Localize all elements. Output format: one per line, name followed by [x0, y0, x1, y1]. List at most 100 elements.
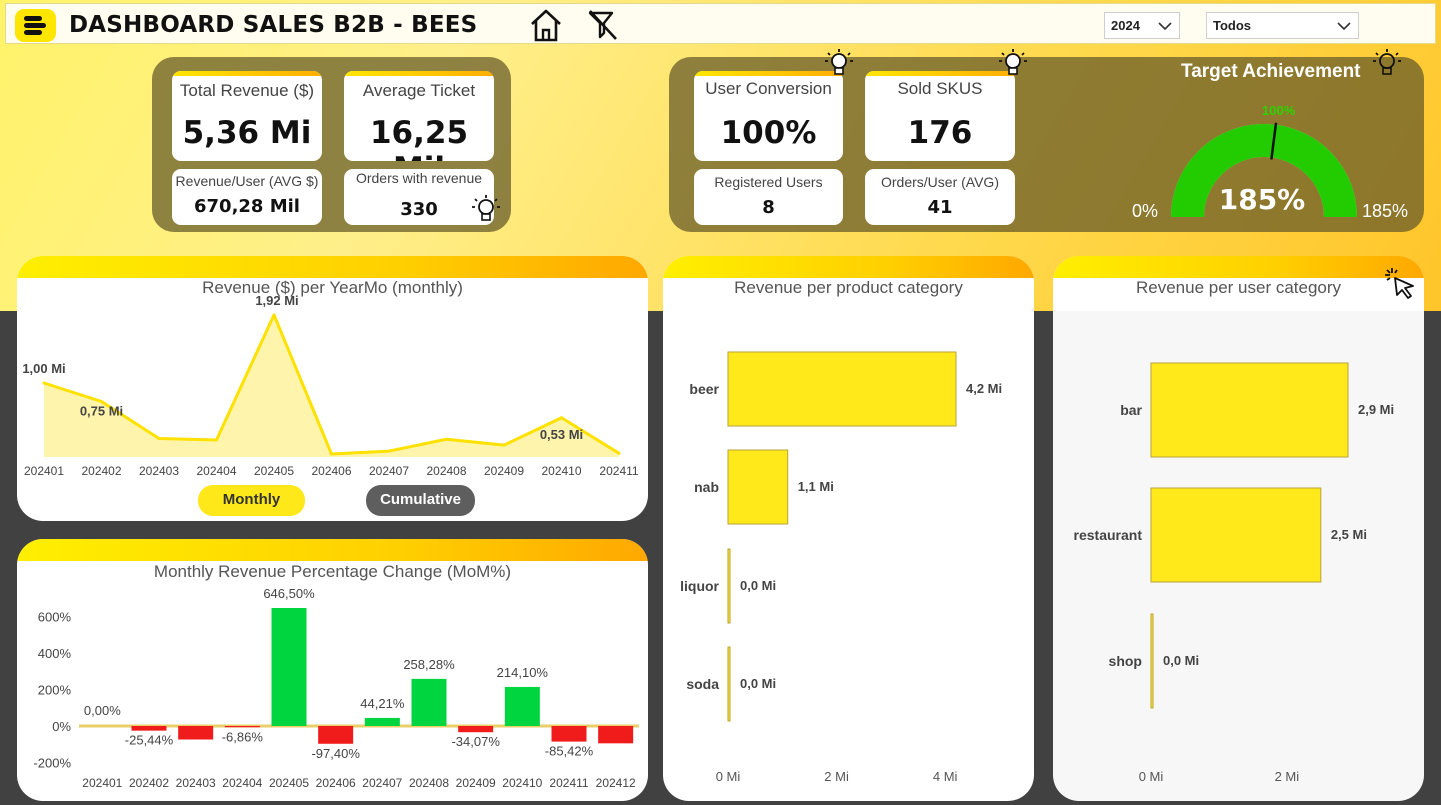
- data-point: [272, 313, 276, 317]
- data-label: -34,07%: [451, 734, 500, 749]
- x-tick-label: 202406: [311, 464, 351, 478]
- lightbulb-icon[interactable]: [470, 193, 502, 227]
- bar: [1150, 613, 1154, 709]
- category-label: bar: [1120, 402, 1142, 418]
- data-point: [445, 437, 448, 441]
- target-title: Target Achievement: [1181, 61, 1361, 82]
- bar: [131, 726, 167, 731]
- category-label: liquor: [680, 578, 719, 594]
- category-label: nab: [694, 479, 719, 495]
- x-tick-label: 0 Mi: [716, 769, 741, 784]
- kpi-average-ticket[interactable]: Average Ticket 16,25 Mil: [344, 71, 494, 161]
- x-tick-label: 202405: [269, 776, 309, 790]
- x-tick-label: 202402: [81, 464, 121, 478]
- clear-filter-icon[interactable]: [586, 7, 620, 43]
- y-tick-label: -200%: [33, 756, 71, 771]
- x-tick-label: 202407: [362, 776, 402, 790]
- kpi-label: Revenue/User (AVG $): [175, 173, 319, 189]
- kpi-label: Registered Users: [714, 174, 823, 190]
- x-tick-label: 202401: [82, 776, 122, 790]
- x-tick-label: 202411: [549, 776, 588, 790]
- x-tick-label: 2 Mi: [824, 769, 849, 784]
- x-tick-label: 202412: [596, 776, 636, 790]
- data-point: [387, 449, 391, 453]
- lightbulb-icon[interactable]: [823, 47, 855, 81]
- kpi-value: 8: [762, 197, 775, 218]
- kpi-panel-left: Total Revenue ($) 5,36 Mi Average Ticket…: [152, 57, 511, 232]
- y-tick-label: 400%: [38, 646, 72, 661]
- home-icon[interactable]: [528, 7, 564, 43]
- data-label: 0,0 Mi: [740, 676, 776, 691]
- data-label: 4,2 Mi: [966, 381, 1002, 396]
- data-label: 0,0 Mi: [740, 578, 776, 593]
- kpi-orders-per-user[interactable]: Orders/User (AVG) 41: [865, 169, 1015, 225]
- bar: [318, 726, 354, 744]
- bar: [598, 726, 634, 744]
- product-category-bar-chart[interactable]: beer 4,2 Mi nab 1,1 Mi liquor 0,0 Mi soda 0,0 M…: [663, 256, 1034, 801]
- x-tick-label: 202402: [129, 776, 169, 790]
- data-label: -6,86%: [222, 729, 264, 744]
- x-tick-label: 202410: [502, 776, 542, 790]
- category-dropdown[interactable]: Todos: [1206, 12, 1359, 39]
- bar: [271, 608, 307, 726]
- data-label: 0,75 Mi: [80, 404, 123, 419]
- data-label: 0,0 Mi: [1163, 653, 1199, 668]
- kpi-value: 176: [907, 115, 973, 151]
- kpi-user-conversion[interactable]: User Conversion 100%: [694, 71, 843, 161]
- y-tick-label: 200%: [38, 683, 72, 698]
- x-tick-label: 202408: [426, 464, 466, 478]
- kpi-value: 41: [927, 197, 953, 218]
- x-tick-label: 202404: [196, 464, 236, 478]
- data-label: -25,44%: [125, 733, 174, 748]
- data-point: [617, 451, 621, 455]
- category-label: shop: [1109, 653, 1142, 669]
- bar: [727, 548, 731, 624]
- x-tick-label: 0 Mi: [1139, 769, 1164, 784]
- kpi-total-revenue[interactable]: Total Revenue ($) 5,36 Mi: [172, 71, 322, 161]
- mom-bar-chart[interactable]: 600% 400% 200% 0% -200% 202401 202402 202403 202…: [17, 539, 648, 801]
- data-point: [42, 381, 46, 385]
- kpi-value: 5,36 Mi: [182, 115, 312, 151]
- revenue-area-chart[interactable]: 202401 202402 202403 202404 202405 202406 2024…: [17, 256, 648, 521]
- bar: [551, 726, 587, 742]
- data-point: [330, 452, 333, 456]
- year-dropdown[interactable]: 2024: [1104, 12, 1180, 39]
- user-category-card[interactable]: Revenue per user category bar 2,9 Mi resta…: [1053, 256, 1424, 801]
- product-category-card[interactable]: Revenue per product category beer 4,2 Mi n…: [663, 256, 1034, 801]
- revenue-monthly-card[interactable]: Revenue ($) per YearMo (monthly) 202401 2…: [17, 256, 648, 521]
- bar: [727, 449, 789, 525]
- gauge-min-label: 0%: [1132, 201, 1159, 221]
- data-point: [560, 416, 563, 420]
- bar: [504, 686, 540, 726]
- top-bar: DASHBOARD SALES B2B - BEES 2024 Todos: [5, 3, 1436, 44]
- gauge-target-label: 100%: [1262, 103, 1296, 118]
- cumulative-button[interactable]: Cumulative: [366, 485, 475, 516]
- data-label: -97,40%: [311, 746, 360, 761]
- bar: [727, 351, 957, 427]
- data-label: 646,50%: [263, 586, 315, 601]
- x-tick-label: 202401: [24, 464, 64, 478]
- lightbulb-icon[interactable]: [1371, 47, 1403, 81]
- kpi-registered-users[interactable]: Registered Users 8: [694, 169, 843, 225]
- x-tick-label: 202405: [254, 464, 294, 478]
- bar: [727, 646, 731, 722]
- kpi-label: Orders/User (AVG): [881, 174, 999, 190]
- bar: [364, 717, 400, 726]
- kpi-sold-skus[interactable]: Sold SKUS 176: [865, 71, 1015, 161]
- kpi-label: Sold SKUS: [897, 79, 983, 98]
- user-category-bar-chart[interactable]: bar 2,9 Mi restaurant 2,5 Mi shop 0,0 Mi 0 Mi 2…: [1053, 256, 1424, 801]
- kpi-value: 670,28 Mil: [194, 196, 300, 217]
- x-tick-label: 202410: [541, 464, 581, 478]
- area-fill: [44, 314, 619, 457]
- kpi-value: 100%: [720, 115, 817, 151]
- bees-logo: [15, 9, 56, 42]
- page-title: DASHBOARD SALES B2B - BEES: [69, 12, 478, 38]
- monthly-button[interactable]: Monthly: [198, 485, 305, 516]
- kpi-revenue-per-user[interactable]: Revenue/User (AVG $) 670,28 Mil: [172, 169, 322, 225]
- lightbulb-icon[interactable]: [997, 47, 1029, 81]
- kpi-label: Total Revenue ($): [179, 81, 315, 100]
- gauge-max-label: 185%: [1362, 201, 1409, 221]
- data-label: 1,92 Mi: [255, 293, 298, 308]
- x-tick-label: 202406: [316, 776, 356, 790]
- mom-card[interactable]: Monthly Revenue Percentage Change (MoM%)…: [17, 539, 648, 801]
